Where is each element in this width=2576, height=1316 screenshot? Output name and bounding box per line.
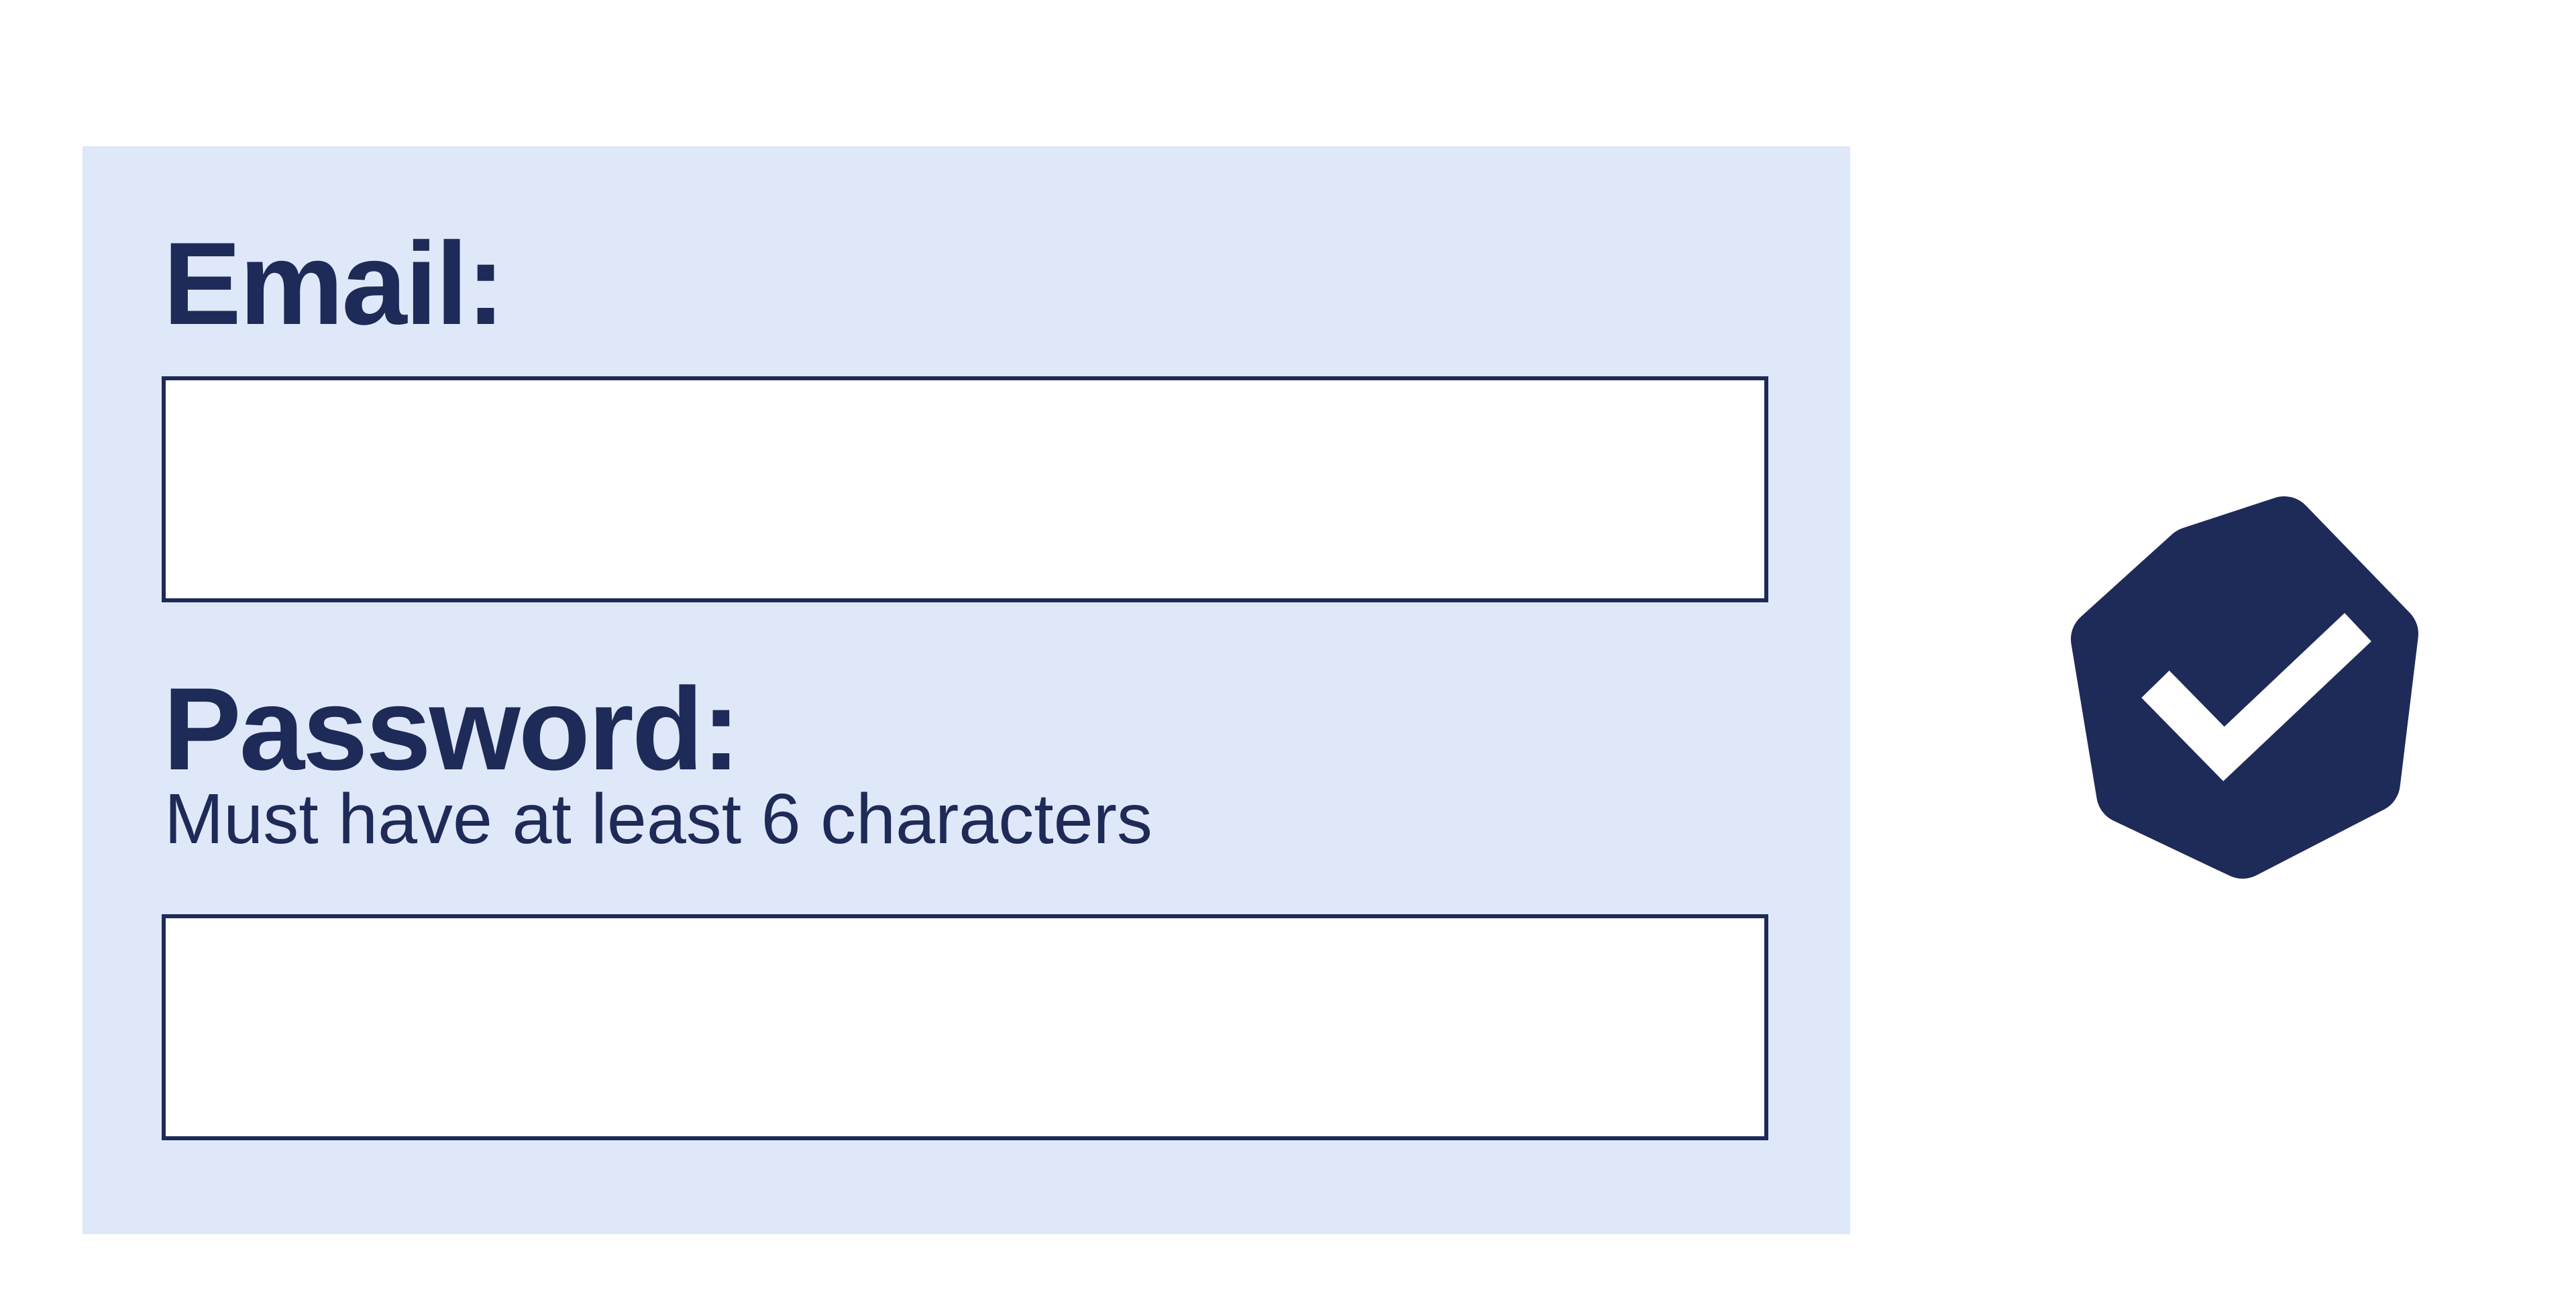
- email-label: Email:: [163, 219, 505, 349]
- badge-hexagon-shape: [2071, 496, 2418, 879]
- password-input[interactable]: [162, 914, 1768, 1140]
- password-hint: Must have at least 6 characters: [164, 779, 1152, 859]
- password-label: Password:: [163, 664, 741, 795]
- email-input[interactable]: [162, 376, 1768, 602]
- login-form-panel: Email: Password: Must have at least 6 ch…: [83, 146, 1850, 1234]
- check-badge-icon: [2053, 493, 2442, 882]
